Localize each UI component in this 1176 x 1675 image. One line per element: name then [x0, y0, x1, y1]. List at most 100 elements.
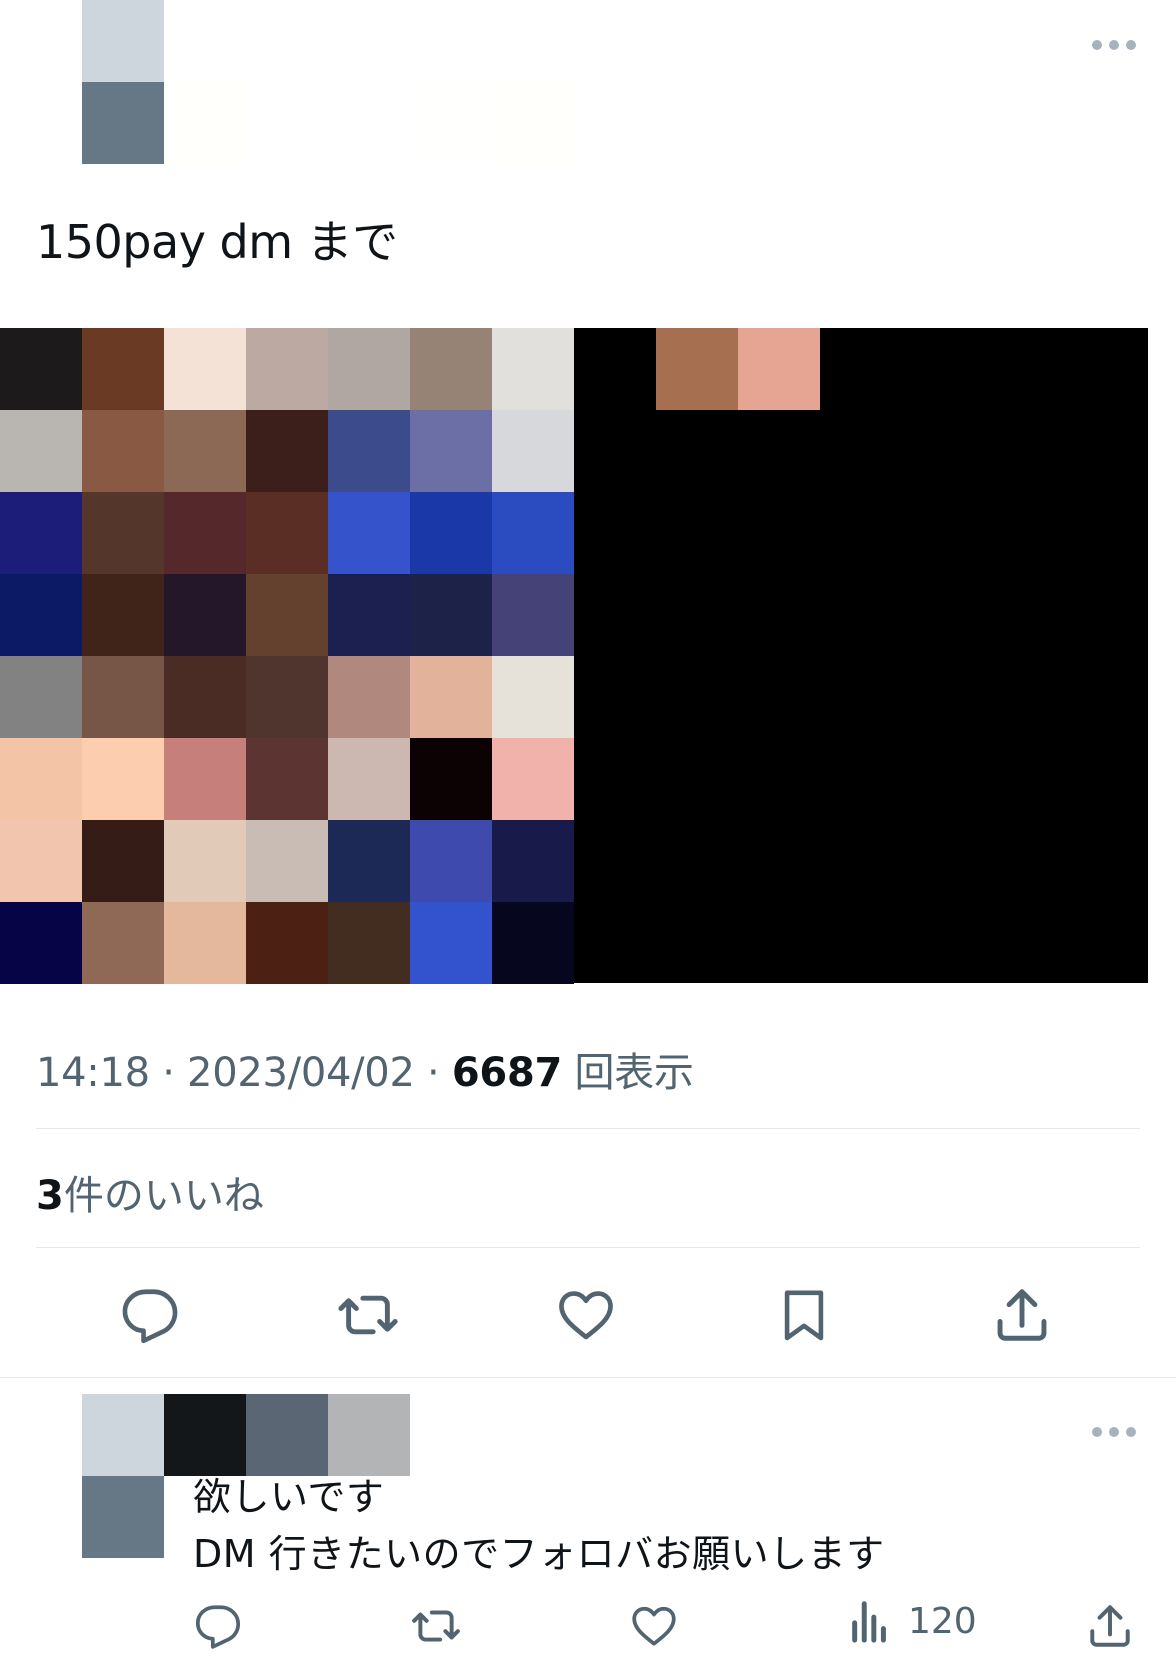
reply-avatar[interactable]	[82, 1394, 164, 1558]
post-text: 150pay dm まで	[36, 215, 398, 269]
meta-separator: ·	[162, 1050, 188, 1096]
media-pixel	[492, 574, 574, 656]
reply-repost-button[interactable]	[408, 1598, 464, 1654]
reply-icon	[122, 1289, 178, 1344]
media-pixel	[328, 492, 410, 574]
media-pixel	[492, 820, 574, 902]
avatar-pixel	[82, 82, 164, 164]
bookmark-button[interactable]	[764, 1280, 844, 1350]
divider	[36, 1128, 1140, 1129]
likes-summary[interactable]: 3件のいいね	[36, 1163, 264, 1221]
name-pixel	[164, 82, 246, 164]
media-pixel	[82, 328, 164, 410]
media-pixel	[246, 410, 328, 492]
section-separator	[0, 1377, 1176, 1378]
avatar-pixel	[82, 1394, 164, 1476]
media-pixel	[82, 820, 164, 902]
media-pixel	[0, 820, 82, 902]
bookmark-icon	[784, 1290, 824, 1341]
media-pixel	[164, 492, 246, 574]
more-icon[interactable]	[1092, 1427, 1136, 1437]
post-views-label: 回表示	[574, 1050, 694, 1096]
repost-icon	[412, 1610, 460, 1642]
media-pixel	[328, 328, 410, 410]
heart-icon	[632, 1606, 676, 1646]
media-pixel	[0, 410, 82, 492]
media-pixel	[164, 656, 246, 738]
name-pixel	[328, 1394, 410, 1476]
name-pixel	[246, 1394, 328, 1476]
media-pixel	[164, 902, 246, 984]
media-pixel	[0, 574, 82, 656]
media-pixel	[656, 328, 738, 410]
media-pixel	[492, 902, 574, 984]
media-pixel	[410, 574, 492, 656]
media-pixel	[164, 328, 246, 410]
post-time[interactable]: 14:18	[36, 1050, 150, 1096]
media-pixel	[82, 902, 164, 984]
heart-icon	[559, 1291, 613, 1340]
media-pixel	[0, 738, 82, 820]
post-media[interactable]	[0, 328, 1148, 984]
media-pixel	[82, 410, 164, 492]
media-pixel	[328, 902, 410, 984]
media-pixel	[246, 656, 328, 738]
reply-icon	[195, 1605, 241, 1649]
media-pixel	[410, 902, 492, 984]
media-pixel	[246, 574, 328, 656]
name-pixel	[164, 1394, 246, 1476]
media-pixel	[492, 410, 574, 492]
like-button[interactable]	[546, 1280, 626, 1350]
media-pixel	[0, 328, 82, 410]
media-pixel	[328, 738, 410, 820]
media-pixel	[82, 738, 164, 820]
post-meta: 14:18 · 2023/04/02 · 6687 回表示	[36, 1040, 694, 1098]
media-pixel	[328, 410, 410, 492]
avatar-pixel	[82, 1476, 164, 1558]
media-pixel	[0, 902, 82, 984]
media-pixel	[492, 492, 574, 574]
repost-icon	[338, 1295, 398, 1335]
media-pixel	[0, 492, 82, 574]
media-mosaic	[0, 328, 574, 984]
media-pixel	[246, 738, 328, 820]
media-pixel	[82, 574, 164, 656]
media-pixel	[738, 328, 820, 410]
media-pixel	[410, 328, 492, 410]
reply-reply-button[interactable]	[190, 1598, 246, 1654]
reply-views-count: 120	[908, 1600, 977, 1642]
media-pixel	[492, 328, 574, 410]
media-pixel	[0, 656, 82, 738]
media-pixel	[492, 738, 574, 820]
reply-share-button[interactable]	[1082, 1598, 1138, 1654]
post-views-count: 6687	[451, 1050, 563, 1096]
more-icon[interactable]	[1092, 40, 1136, 50]
likes-count: 3	[36, 1173, 64, 1219]
reply-like-button[interactable]	[626, 1598, 682, 1654]
post-date[interactable]: 2023/04/02	[187, 1050, 415, 1096]
media-pixel	[246, 902, 328, 984]
reply-text-line2: DM 行きたいのでフォロバお願いします	[193, 1532, 885, 1576]
share-icon	[997, 1289, 1047, 1341]
repost-button[interactable]	[328, 1280, 408, 1350]
media-pixel	[410, 492, 492, 574]
media-pixel	[410, 410, 492, 492]
media-pixel	[164, 820, 246, 902]
share-button[interactable]	[982, 1280, 1062, 1350]
media-pixel	[246, 820, 328, 902]
media-pixel	[328, 656, 410, 738]
media-pixel	[82, 492, 164, 574]
media-pixel	[410, 820, 492, 902]
meta-separator: ·	[427, 1050, 452, 1096]
post-avatar[interactable]	[82, 0, 164, 164]
media-pixel	[246, 328, 328, 410]
media-pixel	[164, 410, 246, 492]
media-pixel	[164, 574, 246, 656]
reply-views-button[interactable]: 120	[850, 1598, 977, 1644]
reply-button[interactable]	[110, 1280, 190, 1350]
post-author-name[interactable]	[164, 82, 574, 164]
media-pixel	[82, 656, 164, 738]
media-pixel	[492, 656, 574, 738]
share-icon	[1090, 1605, 1130, 1647]
reply-author-name[interactable]	[164, 1394, 492, 1476]
